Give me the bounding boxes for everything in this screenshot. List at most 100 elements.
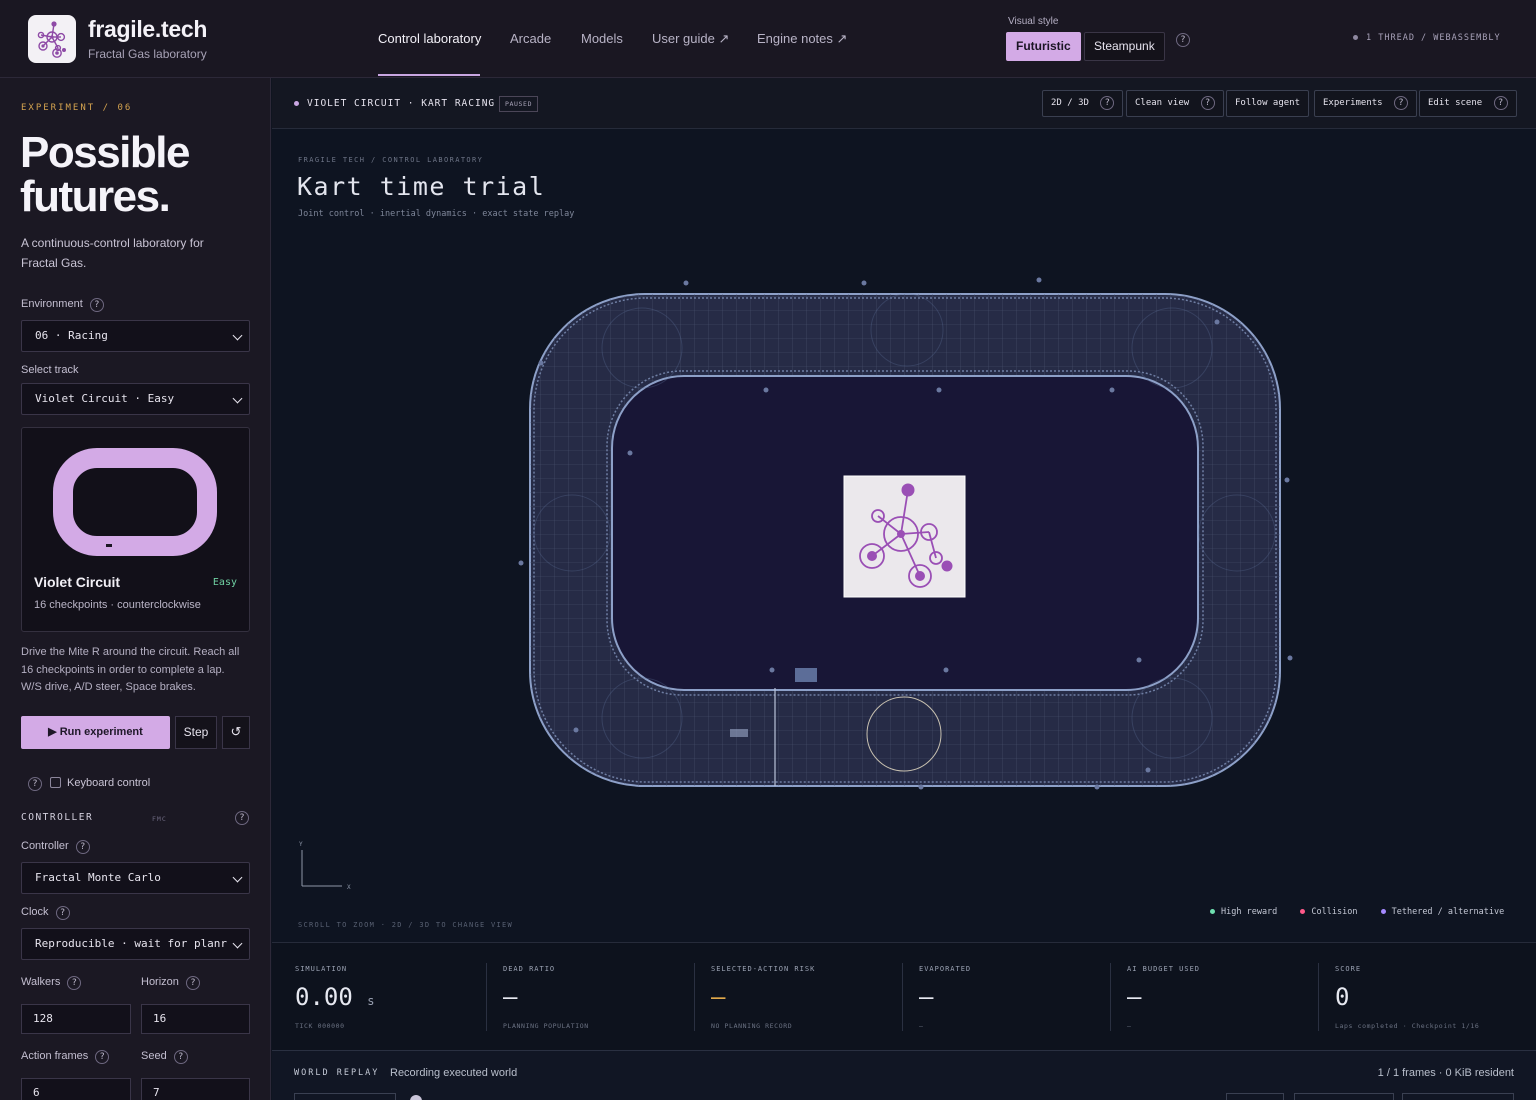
status-dot-icon [294,101,299,106]
help-icon[interactable]: ? [1100,96,1115,110]
stat-value: — [919,983,934,1011]
stat-foot: — [919,1022,924,1030]
track-select[interactable]: Violet Circuit · Easy [21,383,250,415]
status-dot-icon [1353,35,1358,40]
help-icon[interactable]: ? [235,811,249,825]
clean-view-button[interactable]: Clean view ? [1126,90,1224,117]
high-reward-dot-icon [1210,909,1215,914]
walkers-label: Walkers ? [21,976,82,990]
stat-divider [902,963,903,1031]
chevron-down-icon [232,872,243,883]
stat-foot: PLANNING POPULATION [503,1022,589,1030]
clock-label: Clock ? [21,906,70,920]
legend-collision: Collision [1300,907,1357,917]
hero-title-line1: Possible [20,128,190,177]
axis-y-label: Y [299,841,303,848]
walkers-input[interactable]: 128 [21,1004,131,1034]
stat-value: 0.00 s [295,983,375,1011]
environment-value: 06 · Racing [35,329,108,342]
zoom-hint: SCROLL TO ZOOM · 2D / 3D TO CHANGE VIEW [298,921,514,929]
help-icon[interactable]: ? [1493,96,1508,110]
replay-speed-button[interactable] [1226,1093,1284,1100]
follow-agent-button[interactable]: Follow agent [1226,90,1310,117]
nav-models[interactable]: Models [581,31,623,46]
kart-icon[interactable] [795,668,817,682]
help-icon[interactable]: ? [1394,96,1409,110]
reset-button[interactable]: ↺ [222,716,250,749]
help-icon[interactable]: ? [95,1050,110,1064]
style-futuristic-button[interactable]: Futuristic [1006,32,1081,61]
scene-title: VIOLET CIRCUIT · KART RACING [294,98,495,109]
stat-value: 0 [1335,983,1350,1011]
help-icon[interactable]: ? [1200,96,1215,110]
controller-value: Fractal Monte Carlo [35,871,161,884]
help-icon[interactable]: ? [75,840,90,854]
axis-x-label: X [347,884,351,890]
track-card-name: Violet Circuit [34,574,121,590]
legend-tethered: Tethered / alternative [1380,907,1504,917]
stat-label: SIMULATION [295,965,348,973]
page-title: Kart time trial [297,172,546,201]
scene-subtitle: Joint control · inertial dynamics · exac… [298,209,575,219]
seed-input[interactable]: 7 [141,1078,250,1100]
help-icon[interactable]: ? [89,298,104,312]
style-steampunk-button[interactable]: Steampunk [1084,32,1165,61]
experiment-label: EXPERIMENT / 06 [21,103,133,113]
action-frames-input[interactable]: 6 [21,1078,131,1100]
chevron-down-icon [232,938,243,949]
help-icon[interactable]: ? [67,976,82,990]
toggle-2d-3d-button[interactable]: 2D / 3D ? [1042,90,1124,117]
replay-clear-button[interactable] [1402,1093,1514,1100]
controller-label: Controller ? [21,840,90,854]
visual-style-label: Visual style [1008,16,1059,27]
help-icon[interactable]: ? [173,1050,188,1064]
environment-label: Environment ? [21,298,104,312]
edit-scene-button[interactable]: Edit scene ? [1419,90,1517,117]
help-icon[interactable]: ? [55,906,70,920]
clock-select[interactable]: Reproducible · wait for planr [21,928,250,960]
nav-arcade[interactable]: Arcade [510,31,551,46]
help-icon[interactable]: ? [1176,33,1190,47]
replay-control-button[interactable] [294,1093,396,1100]
stat-divider [1110,963,1111,1031]
track-label: Select track [21,364,79,376]
collision-dot-icon [1300,909,1306,914]
track-canvas[interactable] [512,268,1302,798]
molecule-logo-icon [37,21,66,58]
stat-label: AI BUDGET USED [1127,965,1201,973]
keyboard-control-checkbox[interactable] [50,777,61,788]
agent-kart-icon[interactable] [730,729,748,737]
step-button[interactable]: Step [175,716,217,749]
stats-strip: SIMULATION 0.00 s TICK 000000 DEAD RATIO… [272,942,1536,1050]
brand-logo[interactable] [28,15,76,63]
controller-select[interactable]: Fractal Monte Carlo [21,862,250,894]
replay-scrubber-handle[interactable] [410,1095,422,1100]
stat-foot: TICK 000000 [295,1022,345,1030]
center-logo-card [843,475,966,598]
seed-label: Seed ? [141,1050,188,1064]
track-card[interactable]: Violet Circuit Easy 16 checkpoints · cou… [21,427,250,632]
hero-title: Possible futures. [20,128,190,219]
thread-info-text: 1 THREAD / WEBASSEMBLY [1366,33,1501,43]
help-icon[interactable]: ? [28,777,42,791]
horizon-input[interactable]: 16 [141,1004,250,1034]
nav-control-laboratory[interactable]: Control laboratory [378,31,481,46]
track-preview-icon [53,448,217,556]
axis-indicator: Y X [299,841,351,890]
help-icon[interactable]: ? [185,976,200,990]
hero-description: A continuous-control laboratory for Frac… [21,236,204,270]
run-experiment-button[interactable]: ▶ Run experiment [21,716,170,749]
brand-title[interactable]: fragile.tech [88,16,207,43]
replay-export-button[interactable] [1294,1093,1394,1100]
legend-high-reward: High reward [1210,907,1277,917]
stat-label: SCORE [1335,965,1362,973]
nav-user-guide[interactable]: User guide ↗ [652,31,729,47]
stat-value: — [1127,983,1142,1011]
sidebar: EXPERIMENT / 06 Possible futures. A cont… [0,78,271,1100]
nav-engine-notes[interactable]: Engine notes ↗ [757,31,847,47]
replay-label: WORLD REPLAY [294,1068,380,1078]
environment-select[interactable]: 06 · Racing [21,320,250,352]
scene-title-text: VIOLET CIRCUIT · KART RACING [307,98,496,109]
experiments-button[interactable]: Experiments ? [1314,90,1418,117]
tethered-dot-icon [1380,909,1386,914]
